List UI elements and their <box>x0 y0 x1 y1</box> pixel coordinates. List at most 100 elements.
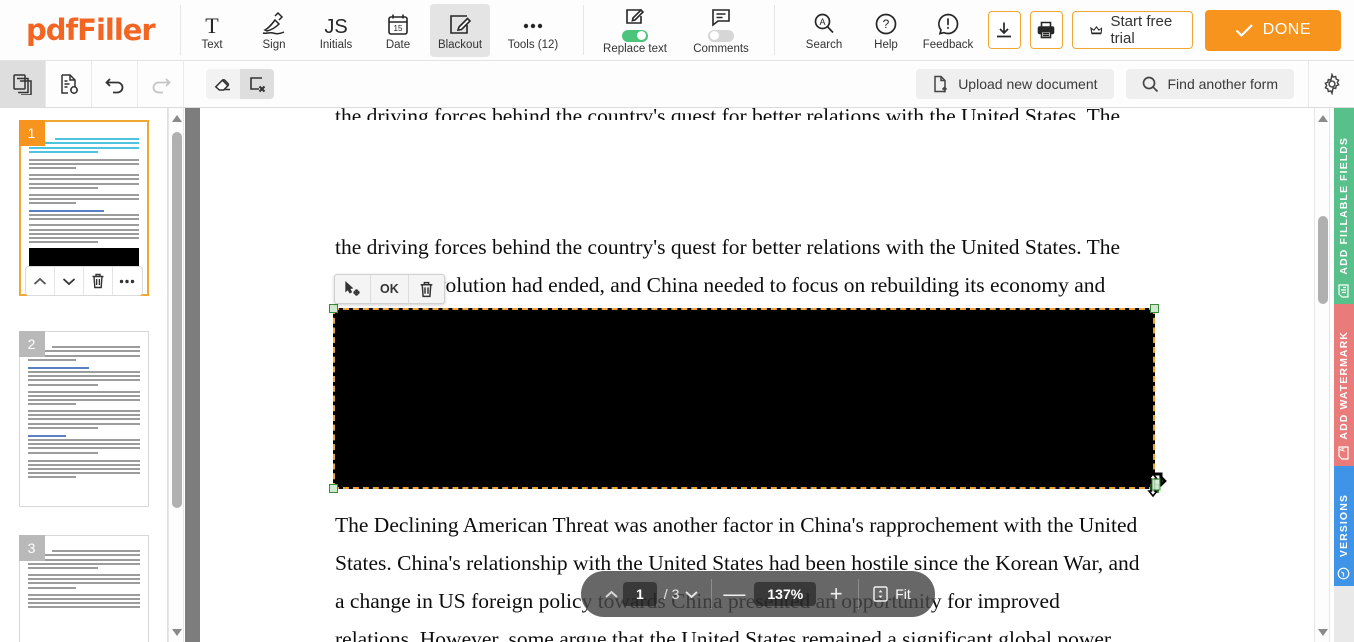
rail-tab-label: VERSIONS <box>1338 494 1350 558</box>
move-page-up-button[interactable] <box>26 267 55 295</box>
scrollbar-thumb[interactable] <box>1318 216 1328 304</box>
rail-tab-add-watermark[interactable]: ADD WATERMARK A <box>1334 304 1354 466</box>
print-button[interactable] <box>1029 11 1063 49</box>
document-viewport[interactable]: the driving forces behind the country's … <box>200 108 1306 642</box>
eraser-button[interactable] <box>206 69 240 99</box>
delete-page-button[interactable] <box>84 267 114 295</box>
action-feedback-label: Feedback <box>922 38 974 51</box>
start-free-trial-button[interactable]: Start free trial <box>1071 11 1193 49</box>
settings-button[interactable] <box>1308 61 1354 107</box>
tool-more-tools-label: Tools (12) <box>507 38 559 51</box>
tool-sign[interactable]: Sign <box>244 4 304 57</box>
page-number-badge: 3 <box>18 535 45 561</box>
scroll-down-arrow[interactable] <box>169 624 185 640</box>
action-search-label: Search <box>805 38 843 51</box>
fillable-fields-icon <box>1337 284 1350 298</box>
sign-icon <box>261 10 287 36</box>
svg-text:JS: JS <box>324 16 347 36</box>
toolbar-divider-3 <box>774 5 775 55</box>
ellipsis-icon <box>120 279 135 283</box>
redo-icon <box>152 78 171 94</box>
rail-tab-add-fillable-fields[interactable]: ADD FILLABLE FIELDS <box>1334 108 1354 304</box>
toggle-comments-label: Comments <box>693 42 749 55</box>
blackout-icon <box>448 10 472 36</box>
tool-blackout[interactable]: Blackout <box>430 3 490 57</box>
tool-text[interactable]: T Text <box>182 4 242 57</box>
ok-button[interactable]: OK <box>371 275 409 303</box>
svg-text:A: A <box>1341 446 1347 451</box>
page-controls <box>24 266 143 296</box>
tool-more-tools[interactable]: Tools (12) <box>492 4 574 57</box>
svg-text:15: 15 <box>394 24 403 33</box>
replace-text-switch[interactable] <box>622 29 648 42</box>
document-scrollbar[interactable] <box>1314 108 1330 642</box>
zoom-out-button[interactable]: — <box>720 581 748 607</box>
clear-box-button[interactable] <box>240 69 274 99</box>
scrollbar-thumb[interactable] <box>172 132 182 508</box>
rail-tab-versions[interactable]: VERSIONS <box>1334 466 1354 586</box>
redo-button[interactable] <box>138 61 184 107</box>
resize-handle-nw[interactable] <box>329 304 338 313</box>
eraser-icon <box>214 78 230 91</box>
action-feedback[interactable]: Feedback <box>918 4 978 57</box>
thumbnail-preview <box>18 331 149 507</box>
more-icon <box>520 10 546 36</box>
zoom-in-button[interactable]: + <box>822 581 850 607</box>
tool-initials[interactable]: JS Initials <box>306 4 366 57</box>
toggle-replace-text[interactable]: Replace text <box>592 4 678 57</box>
scroll-up-arrow[interactable] <box>169 110 185 126</box>
switch-knob <box>637 31 646 40</box>
thumbnail-page-2[interactable]: 2 <box>18 331 149 507</box>
action-search[interactable]: A Search <box>794 4 854 57</box>
move-page-down-button[interactable] <box>55 267 84 295</box>
resize-handle-sw[interactable] <box>329 484 338 493</box>
thumbnail-page-3[interactable]: 3 <box>18 535 149 642</box>
action-help-label: Help <box>874 38 898 51</box>
resize-handle-se[interactable] <box>1150 484 1159 493</box>
action-help[interactable]: ? Help <box>856 4 916 57</box>
trash-icon <box>420 281 433 297</box>
move-tool-button[interactable] <box>335 275 371 303</box>
triangle-up-icon <box>172 114 182 122</box>
next-page-button[interactable] <box>679 590 703 599</box>
thumbnail-page-1[interactable]: 1 <box>18 120 149 303</box>
upload-new-document-button[interactable]: Upload new document <box>916 69 1114 99</box>
date-icon: 15 <box>387 10 409 36</box>
paragraph-line: Cultural Revolution had ended, and China… <box>335 273 1106 297</box>
fit-button[interactable]: Fit <box>867 586 917 602</box>
zoom-level-value[interactable]: 137% <box>754 582 817 606</box>
delete-blackout-button[interactable] <box>409 275 444 303</box>
total-pages-label: / 3 <box>663 586 680 602</box>
document-settings-button[interactable] <box>46 61 92 107</box>
zoom-group: — 137% + <box>712 571 858 617</box>
thumbnails-scrollbar[interactable] <box>168 108 184 642</box>
scroll-down-arrow[interactable] <box>1315 624 1331 640</box>
page-more-button[interactable] <box>113 267 141 295</box>
resize-handle-ne[interactable] <box>1150 304 1159 313</box>
document-page-1: the driving forces behind the country's … <box>200 108 1306 642</box>
comments-switch[interactable] <box>708 29 734 42</box>
done-label: DONE <box>1262 21 1311 38</box>
blackout-redaction-box[interactable] <box>329 304 1159 493</box>
clear-box-icon <box>250 77 266 93</box>
current-page-input[interactable]: 1 <box>623 582 657 606</box>
toggle-comments[interactable]: Comments <box>678 4 764 57</box>
pdffiller-logo[interactable]: pdfFiller <box>0 13 180 47</box>
download-button[interactable] <box>988 11 1021 49</box>
tool-date[interactable]: 15 Date <box>368 4 428 57</box>
pages-panel-button[interactable] <box>0 61 46 107</box>
clock-icon <box>1337 567 1350 580</box>
page-number-badge: 1 <box>18 120 45 146</box>
svg-text:A: A <box>819 17 825 27</box>
find-form-label: Find another form <box>1167 76 1279 92</box>
main-toolbar: pdfFiller T Text Sign JS Initials 15 Dat… <box>0 0 1354 61</box>
done-button[interactable]: DONE <box>1204 9 1341 51</box>
undo-button[interactable] <box>92 61 138 107</box>
find-another-form-button[interactable]: Find another form <box>1125 69 1294 99</box>
previous-page-button[interactable] <box>599 590 623 599</box>
triangle-up-icon <box>1318 114 1328 122</box>
document-left-edge <box>186 108 200 642</box>
svg-text:T: T <box>205 13 219 36</box>
scroll-up-arrow[interactable] <box>1315 110 1331 126</box>
replace-text-icon <box>624 6 646 28</box>
